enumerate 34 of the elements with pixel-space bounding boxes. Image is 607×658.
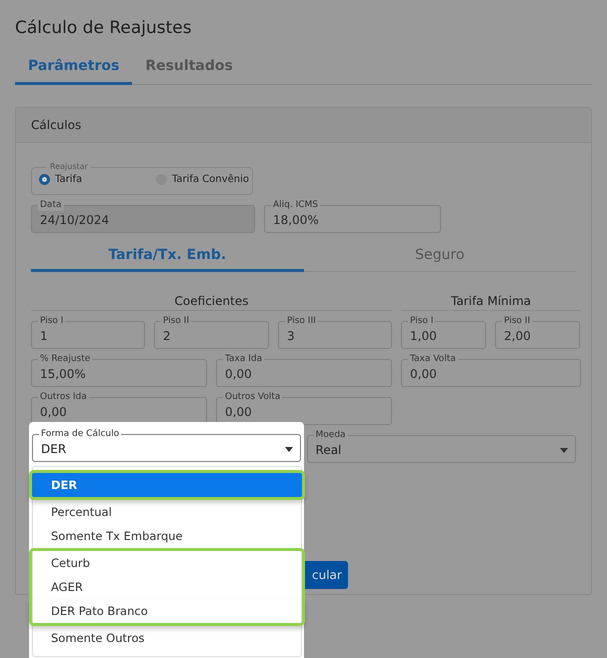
dropdown-option[interactable]: Ceturb [29,548,305,575]
input-field[interactable]: Piso I 1 [31,315,145,349]
card-header: Cálculos [16,108,591,143]
select-field[interactable]: Forma de Cálculo DER [32,428,301,462]
field-label: % Reajuste [38,353,92,365]
dropdown-option[interactable]: Somente Tx Embarque [33,524,301,548]
dropdown-option[interactable]: DER Pato Branco [29,599,305,626]
input-field[interactable]: Piso I 1,00 [401,315,486,349]
dropdown-option[interactable]: DER [29,470,305,500]
select-field[interactable]: Moeda Real [306,429,576,463]
input-field[interactable]: Piso II 2 [154,315,269,349]
radio-option[interactable]: Tarifa Convênio [156,174,249,185]
tab[interactable]: Resultados [132,54,246,85]
input-field[interactable]: Outros Ida 0,00 [31,391,207,425]
page-title: Cálculo de Reajustes [15,18,192,38]
section-title: Coeficientes [174,294,248,308]
group-label: Reajustar [47,161,91,172]
field-label: Aliq. ICMS [271,199,320,211]
input-field[interactable]: Aliq. ICMS 18,00% [264,199,441,233]
radio-icon[interactable] [39,174,50,185]
input-field[interactable]: Taxa Ida 0,00 [216,353,392,387]
input-field[interactable]: Outros Volta 0,00 [216,391,392,425]
section-title: Tarifa Mínima [450,294,532,308]
caret-icon [560,448,568,453]
input-field[interactable]: Taxa Volta 0,00 [401,353,581,387]
caret-icon [285,447,293,452]
tab[interactable]: Seguro [304,239,576,272]
input-field[interactable]: % Reajuste 15,00% [31,353,207,387]
dropdown-option[interactable]: Percentual [33,500,301,524]
dropdown-option[interactable]: Somente Outros [33,626,301,650]
field-label: Data [38,199,64,211]
input-field[interactable]: Piso II 2,00 [495,315,580,349]
input-field[interactable]: Piso III 3 [278,315,392,349]
radio-option[interactable]: Tarifa [39,174,82,185]
